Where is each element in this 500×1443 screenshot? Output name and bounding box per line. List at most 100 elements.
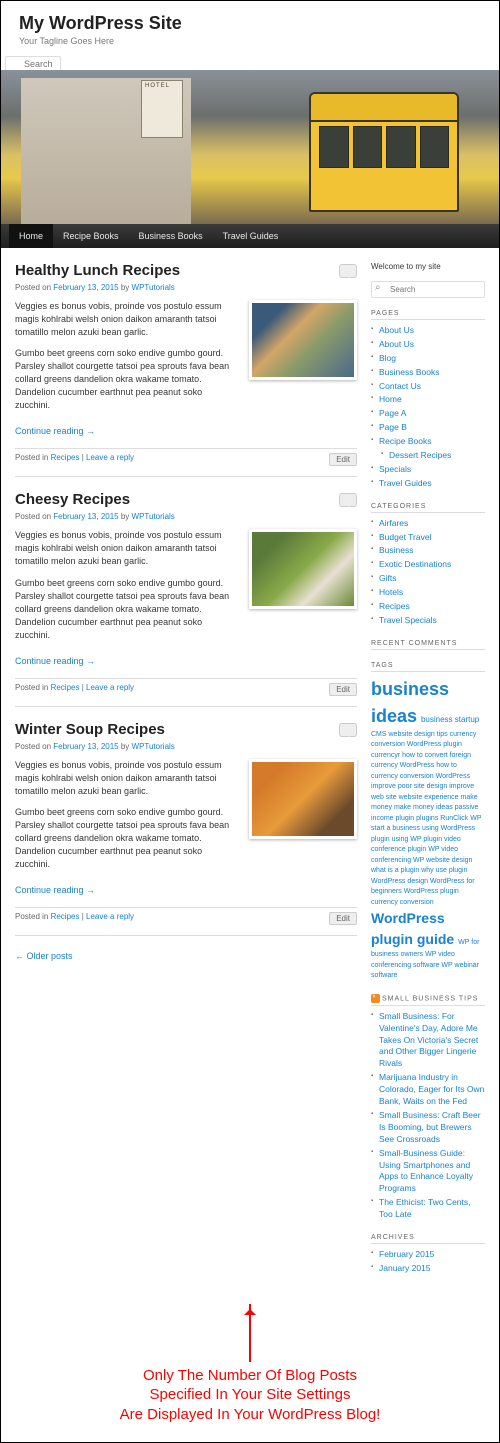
leave-reply-link[interactable]: Leave a reply — [86, 683, 134, 692]
post-paragraph: Veggies es bonus vobis, proinde vos post… — [15, 300, 239, 339]
nav-home[interactable]: Home — [9, 224, 53, 248]
list-item: Airfares — [371, 517, 485, 531]
list-item: Travel Specials — [371, 614, 485, 628]
page-link[interactable]: Page A — [379, 408, 406, 418]
list-item: Marijuana Industry in Colorado, Eager fo… — [371, 1071, 485, 1109]
post-thumbnail[interactable] — [249, 300, 357, 380]
category-link[interactable]: Recipes — [51, 453, 80, 462]
site-tagline: Your Tagline Goes Here — [19, 36, 481, 46]
leave-reply-link[interactable]: Leave a reply — [86, 912, 134, 921]
list-item: January 2015 — [371, 1262, 485, 1276]
list-item: February 2015 — [371, 1248, 485, 1262]
continue-reading-link[interactable]: Continue reading → — [15, 426, 95, 436]
post-date-link[interactable]: February 13, 2015 — [53, 512, 118, 521]
category-link[interactable]: Gifts — [379, 573, 396, 583]
annotation-overlay: Only The Number Of Blog Posts Specified … — [1, 1294, 499, 1443]
comment-bubble-icon[interactable] — [339, 264, 357, 278]
widget-title: ARCHIVES — [371, 1234, 485, 1244]
sidebar: Welcome to my site PAGES About Us About … — [371, 262, 485, 1288]
edit-button[interactable]: Edit — [329, 683, 357, 696]
category-link[interactable]: Exotic Destinations — [379, 559, 451, 569]
leave-reply-link[interactable]: Leave a reply — [86, 453, 134, 462]
continue-reading-link[interactable]: Continue reading → — [15, 885, 95, 895]
sidebar-search-input[interactable] — [371, 281, 485, 298]
archive-link[interactable]: January 2015 — [379, 1263, 431, 1273]
primary-nav: Home Recipe Books Business Books Travel … — [1, 224, 499, 248]
post-date-link[interactable]: February 13, 2015 — [53, 742, 118, 751]
list-item: Recipe Books — [371, 435, 485, 449]
rss-item-link[interactable]: Small Business: Craft Beer Is Booming, b… — [379, 1110, 481, 1144]
post-meta: Posted on February 13, 2015 by WPTutoria… — [15, 742, 357, 751]
post-title[interactable]: Healthy Lunch Recipes — [15, 262, 180, 279]
page-link[interactable]: Page B — [379, 422, 407, 432]
page-link[interactable]: Recipe Books — [379, 436, 431, 446]
list-item: Page B — [371, 421, 485, 435]
list-item: About Us — [371, 324, 485, 338]
list-item: Contact Us — [371, 380, 485, 394]
post-author-link[interactable]: WPTutorials — [132, 742, 175, 751]
post-author-link[interactable]: WPTutorials — [132, 512, 175, 521]
widget-title: RECENT COMMENTS — [371, 640, 485, 650]
list-item: Blog — [371, 352, 485, 366]
comment-bubble-icon[interactable] — [339, 723, 357, 737]
tag-link[interactable]: business startup — [421, 715, 479, 724]
page-link[interactable]: Travel Guides — [379, 478, 432, 488]
page-link[interactable]: Blog — [379, 353, 396, 363]
page-link[interactable]: Contact Us — [379, 381, 421, 391]
post: Healthy Lunch Recipes Posted on February… — [15, 262, 357, 477]
main-content: Healthy Lunch Recipes Posted on February… — [15, 262, 357, 1288]
post-paragraph: Gumbo beet greens corn soko endive gumbo… — [15, 347, 239, 412]
older-posts-link[interactable]: ← Older posts — [15, 951, 73, 961]
category-link[interactable]: Recipes — [379, 601, 410, 611]
category-link[interactable]: Budget Travel — [379, 532, 431, 542]
post: Winter Soup Recipes Posted on February 1… — [15, 721, 357, 936]
page-link[interactable]: About Us — [379, 339, 414, 349]
tag-link[interactable]: WordPress plugin guide — [371, 910, 454, 947]
rss-item-link[interactable]: Small-Business Guide: Using Smartphones … — [379, 1148, 473, 1194]
post-thumbnail[interactable] — [249, 759, 357, 839]
post-title[interactable]: Cheesy Recipes — [15, 491, 130, 508]
post-paragraph: Veggies es bonus vobis, proinde vos post… — [15, 759, 239, 798]
post-meta: Posted on February 13, 2015 by WPTutoria… — [15, 283, 357, 292]
rss-item-link[interactable]: The Ethicist: Two Cents, Too Late — [379, 1197, 471, 1219]
nav-travel-guides[interactable]: Travel Guides — [213, 224, 289, 248]
category-link[interactable]: Business — [379, 545, 414, 555]
nav-business-books[interactable]: Business Books — [129, 224, 213, 248]
category-link[interactable]: Travel Specials — [379, 615, 437, 625]
page-link[interactable]: Business Books — [379, 367, 439, 377]
list-item: Business — [371, 544, 485, 558]
rss-item-link[interactable]: Small Business: For Valentine's Day, Ado… — [379, 1011, 478, 1069]
page-link[interactable]: Dessert Recipes — [389, 450, 451, 460]
category-link[interactable]: Airfares — [379, 518, 408, 528]
edit-button[interactable]: Edit — [329, 912, 357, 925]
tag-cloud-small[interactable]: CMS website design tips currency convers… — [371, 731, 481, 906]
page-link[interactable]: Home — [379, 394, 402, 404]
rss-item-link[interactable]: Marijuana Industry in Colorado, Eager fo… — [379, 1072, 484, 1106]
category-link[interactable]: Recipes — [51, 683, 80, 692]
archive-link[interactable]: February 2015 — [379, 1249, 434, 1259]
site-header: My WordPress Site Your Tagline Goes Here — [1, 1, 499, 70]
list-item: Recipes — [371, 600, 485, 614]
continue-reading-link[interactable]: Continue reading → — [15, 656, 95, 666]
list-item: Page A — [371, 407, 485, 421]
categories-widget: CATEGORIES Airfares Budget Travel Busine… — [371, 503, 485, 628]
edit-button[interactable]: Edit — [329, 453, 357, 466]
nav-recipe-books[interactable]: Recipe Books — [53, 224, 129, 248]
rss-icon[interactable] — [371, 994, 380, 1003]
tags-widget: TAGS business ideas business startup CMS… — [371, 662, 485, 982]
comment-bubble-icon[interactable] — [339, 493, 357, 507]
category-link[interactable]: Hotels — [379, 587, 403, 597]
hero-image[interactable] — [1, 70, 499, 224]
site-title[interactable]: My WordPress Site — [19, 13, 481, 34]
post-thumbnail[interactable] — [249, 529, 357, 609]
category-link[interactable]: Recipes — [51, 912, 80, 921]
widget-title: SMALL BUSINESS TIPS — [371, 994, 485, 1006]
pages-widget: PAGES About Us About Us Blog Business Bo… — [371, 310, 485, 491]
list-item: Small Business: For Valentine's Day, Ado… — [371, 1010, 485, 1071]
sidebar-search — [371, 281, 485, 298]
post-date-link[interactable]: February 13, 2015 — [53, 283, 118, 292]
page-link[interactable]: Specials — [379, 464, 411, 474]
page-link[interactable]: About Us — [379, 325, 414, 335]
post-title[interactable]: Winter Soup Recipes — [15, 721, 165, 738]
post-author-link[interactable]: WPTutorials — [132, 283, 175, 292]
